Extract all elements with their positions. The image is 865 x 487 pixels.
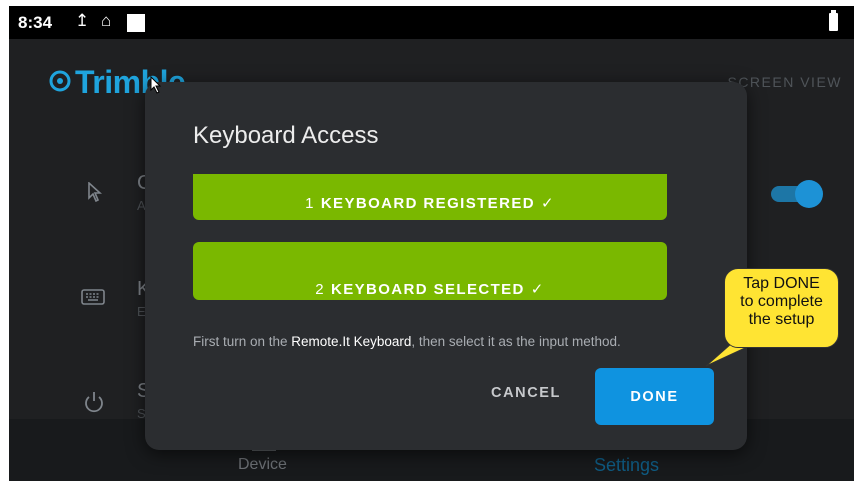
sim-icon: ⌂ [101,11,112,30]
power-icon [85,392,103,413]
done-button[interactable]: DONE [595,368,714,425]
check-icon: ✓ [540,195,555,212]
notification-square-icon [127,14,145,32]
toggle-knob[interactable] [795,180,823,208]
status-bar: 8:34 ↥ ⌂ [9,6,854,39]
callout-line: Tap DONE [743,275,820,292]
keyboard-registered-button[interactable]: 1 KEYBOARD REGISTERED ✓ [193,174,667,220]
upload-icon: ↥ [75,11,90,30]
keyboard-selected-button[interactable]: 2 KEYBOARD SELECTED ✓ [193,242,667,300]
instruction-suffix: , then select it as the input method. [411,334,621,349]
step-label: KEYBOARD SELECTED [330,281,525,298]
cancel-button[interactable]: CANCEL [485,384,567,402]
status-time: 8:34 [18,13,53,32]
nav-device[interactable]: Device [238,456,287,474]
step-number: 1 [305,195,315,212]
check-icon: ✓ [530,281,545,298]
nav-settings[interactable]: Settings [594,455,659,476]
instruction-keyboard-name: Remote.It Keyboard [291,334,412,349]
instruction-prefix: First turn on the [193,334,292,349]
keyboard-access-dialog: Keyboard Access 1 KEYBOARD REGISTERED ✓ 2K… [145,82,747,450]
callout-bubble: Tap DONE to complete the setup [724,268,839,348]
device-screen: 8:34 ↥ ⌂ Trimble SCREEN VIEW C A K E S S… [9,6,854,481]
callout-line: the setup [748,311,815,328]
callout-line: to complete [740,293,823,310]
step-number: 2 [315,281,325,298]
dialog-instruction: First turn on the Remote.It Keyboard, th… [193,334,621,349]
mouse-cursor-icon [150,76,162,94]
pointer-icon [88,182,102,202]
dialog-title: Keyboard Access [193,122,379,149]
trimble-logo-icon [49,70,71,92]
battery-icon [829,10,838,31]
keyboard-icon [81,289,105,305]
step-label: KEYBOARD REGISTERED [320,195,535,212]
